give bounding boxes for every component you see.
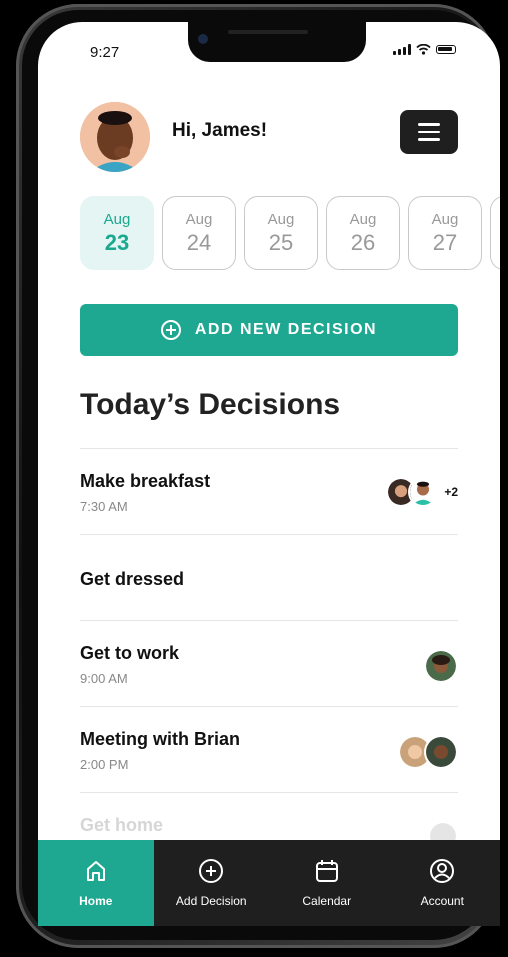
nav-label: Calendar xyxy=(302,894,352,908)
date-chip[interactable]: Aug 24 xyxy=(162,196,236,270)
list-item[interactable]: Meeting with Brian 2:00 PM xyxy=(80,706,458,792)
nav-label: Home xyxy=(79,894,113,908)
date-chip[interactable]: Aug 23 xyxy=(80,196,154,270)
plus-circle-icon xyxy=(199,859,224,883)
date-chip-partial[interactable] xyxy=(490,196,500,270)
calendar-icon xyxy=(315,860,338,882)
cellular-signal-icon xyxy=(393,44,411,55)
decision-title: Make breakfast xyxy=(80,471,211,491)
avatar[interactable] xyxy=(80,102,150,172)
date-month: Aug xyxy=(103,210,131,228)
greeting-text: Hi, James! xyxy=(172,120,268,141)
app-screen: 9:27 Hi, James! Aug 23 Aug 24 Aug 25 Aug… xyxy=(38,22,500,926)
hamburger-menu-button[interactable] xyxy=(400,110,458,154)
participant-avatar xyxy=(408,477,439,507)
participants: +2 xyxy=(386,477,458,507)
decision-list: Make breakfast 7:30 AM +2 Get dressed Ge… xyxy=(80,448,458,878)
add-new-decision-label: ADD NEW DECISION xyxy=(194,321,378,338)
decision-title: Get dressed xyxy=(80,569,185,589)
section-title: Today’s Decisions xyxy=(80,388,341,421)
date-strip: Aug 23 Aug 24 Aug 25 Aug 26 Aug 27 xyxy=(80,196,500,270)
date-month: Aug xyxy=(431,210,459,228)
status-time: 9:27 xyxy=(90,44,120,61)
date-month: Aug xyxy=(185,210,213,228)
list-item[interactable]: Get dressed xyxy=(80,534,458,620)
decision-time: 2:00 PM xyxy=(80,757,129,772)
date-chip[interactable]: Aug 26 xyxy=(326,196,400,270)
date-month: Aug xyxy=(349,210,377,228)
date-day: 26 xyxy=(350,229,376,255)
decision-title: Get to work xyxy=(80,643,180,663)
nav-label: Account xyxy=(420,894,464,908)
participant-avatar xyxy=(424,649,458,683)
nav-calendar[interactable]: Calendar xyxy=(269,840,385,926)
decision-title: Meeting with Brian xyxy=(80,729,241,749)
plus-circle-icon xyxy=(160,320,181,340)
front-camera xyxy=(198,34,208,44)
battery-icon xyxy=(436,45,456,54)
add-new-decision-button[interactable]: ADD NEW DECISION xyxy=(80,304,458,356)
date-day: 24 xyxy=(186,229,212,255)
bottom-nav: Home Add Decision Calendar Account xyxy=(38,840,500,926)
status-icons xyxy=(393,44,456,55)
date-chip[interactable]: Aug 25 xyxy=(244,196,318,270)
decision-title: Get home xyxy=(80,815,164,835)
notch xyxy=(188,22,366,62)
decision-time: 9:00 AM xyxy=(80,671,128,686)
nav-home[interactable]: Home xyxy=(38,840,154,926)
nav-account[interactable]: Account xyxy=(385,840,501,926)
date-day: 25 xyxy=(268,229,294,255)
nav-add-decision[interactable]: Add Decision xyxy=(154,840,270,926)
list-item[interactable]: Get to work 9:00 AM xyxy=(80,620,458,706)
date-chip[interactable]: Aug 27 xyxy=(408,196,482,270)
date-month: Aug xyxy=(267,210,295,228)
participant-avatar xyxy=(424,735,458,769)
participants xyxy=(398,735,458,769)
list-item[interactable]: Make breakfast 7:30 AM +2 xyxy=(80,448,458,534)
nav-label: Add Decision xyxy=(175,894,247,908)
date-day: 27 xyxy=(432,229,458,255)
more-participants-count: +2 xyxy=(444,485,458,499)
decision-time: 7:30 AM xyxy=(80,499,128,514)
wifi-icon xyxy=(416,44,431,55)
date-day: 23 xyxy=(104,229,130,255)
speaker-grille xyxy=(228,30,308,34)
account-icon xyxy=(430,859,455,883)
participants xyxy=(424,649,458,683)
home-icon xyxy=(86,861,105,881)
